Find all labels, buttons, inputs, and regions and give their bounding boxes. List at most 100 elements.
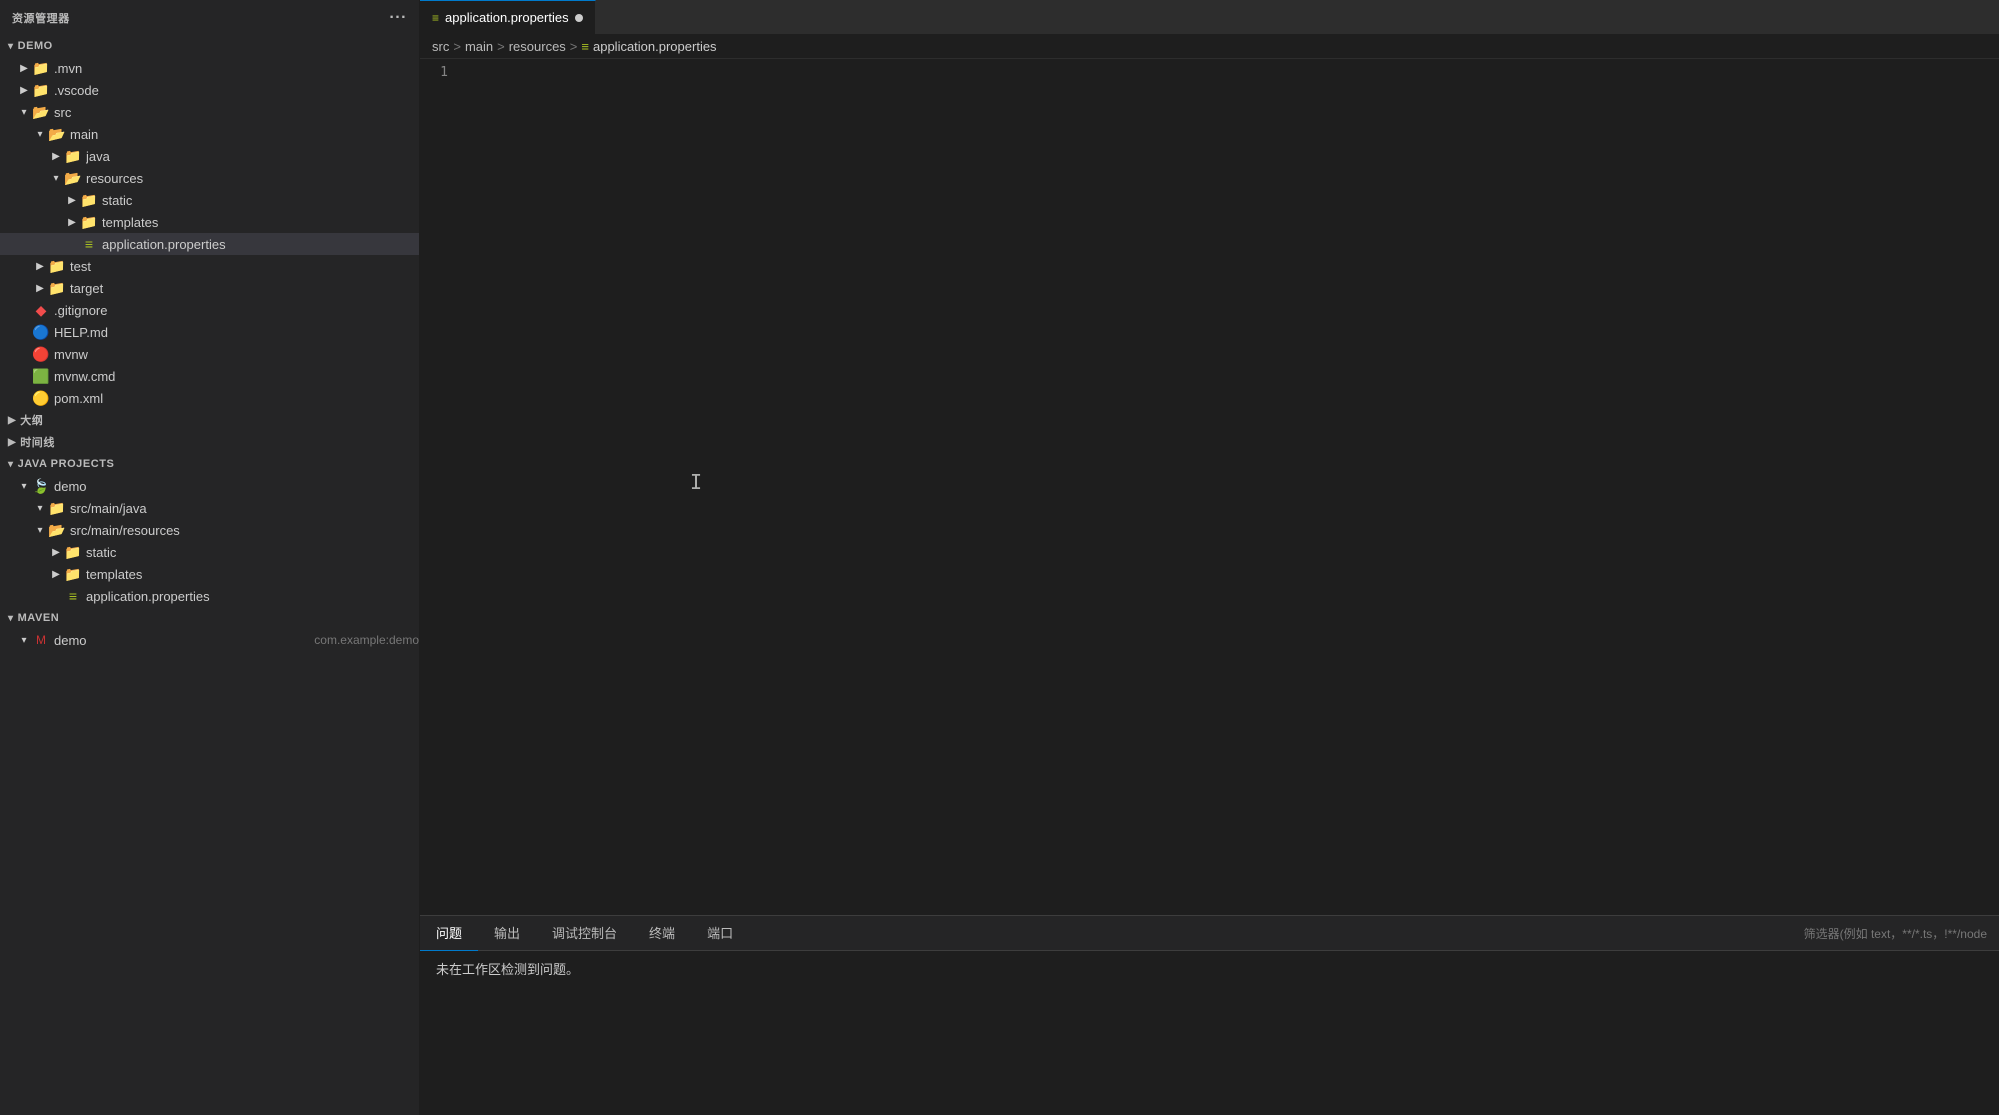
mvnw-icon: 🔴 [32, 346, 50, 363]
tree-item-pom[interactable]: 🟡 pom.xml [0, 387, 419, 409]
label-jp-src-java: src/main/java [70, 501, 419, 516]
arrow-mvn: ▶ [16, 63, 32, 74]
tree-item-main[interactable]: ▾ 📂 main [0, 123, 419, 145]
tree-item-maven-demo[interactable]: ▾ M demo com.example:demo [0, 629, 419, 651]
cmd-icon: 🟩 [32, 368, 50, 385]
folder-icon-static: 📁 [80, 192, 98, 209]
label-mvn: .mvn [54, 61, 419, 76]
panel-tab-ports-label: 端口 [707, 923, 733, 942]
xml-icon-pom: 🟡 [32, 390, 50, 407]
section-demo-label: DEMO [18, 40, 53, 52]
md-icon-helpmd: 🔵 [32, 324, 50, 341]
tree-item-jp-static[interactable]: ▶ 📁 static [0, 541, 419, 563]
section-java-projects[interactable]: ▾ JAVA PROJECTS [0, 453, 419, 475]
breadcrumb: src > main > resources > ≡ application.p… [420, 35, 1999, 59]
label-vscode: .vscode [54, 83, 419, 98]
panel-tab-problems[interactable]: 问题 [420, 916, 478, 951]
breadcrumb-main[interactable]: main [465, 39, 493, 54]
file-tree: ▾ DEMO ▶ 📁 .mvn ▶ 📁 .vscode ▾ 📂 src ▾ [0, 35, 419, 1115]
arrow-jp-demo: ▾ [16, 481, 32, 492]
section-timeline[interactable]: ▶ 时间线 [0, 431, 419, 453]
tree-item-jp-app-properties[interactable]: ≡ application.properties + [0, 585, 419, 607]
section-maven[interactable]: ▾ MAVEN [0, 607, 419, 629]
label-mvnw-cmd: mvnw.cmd [54, 369, 419, 384]
spring-icon-demo: 🍃 [32, 478, 50, 495]
breadcrumb-src[interactable]: src [432, 39, 449, 54]
tab-properties-icon: ≡ [432, 11, 439, 25]
label-helpmd: HELP.md [54, 325, 419, 340]
tab-app-properties[interactable]: ≡ application.properties [420, 0, 596, 35]
panel-filter: 筛选器(例如 text，**/*.ts，!**/node [1804, 925, 1999, 942]
arrow-maven-demo: ▾ [16, 635, 32, 646]
label-app-properties: application.properties [102, 237, 419, 252]
arrow-main: ▾ [32, 129, 48, 140]
tree-item-app-properties[interactable]: ≡ application.properties [0, 233, 419, 255]
maven-demo-group: com.example:demo [314, 633, 419, 647]
arrow-templates: ▶ [64, 217, 80, 228]
panel-tab-debug-label: 调试控制台 [552, 923, 617, 942]
panel-tab-problems-label: 问题 [436, 923, 462, 942]
label-maven-demo: demo [54, 633, 308, 648]
label-jp-app-properties: application.properties [86, 589, 419, 604]
section-maven-arrow: ▾ [8, 613, 14, 624]
breadcrumb-resources[interactable]: resources [509, 39, 566, 54]
tree-item-mvnw[interactable]: 🔴 mvnw [0, 343, 419, 365]
folder-icon-jp-static: 📁 [64, 544, 82, 561]
panel-tab-ports[interactable]: 端口 [691, 916, 749, 951]
tree-item-target[interactable]: ▶ 📁 target [0, 277, 419, 299]
panel-tab-debug[interactable]: 调试控制台 [536, 916, 633, 951]
tab-bar: ≡ application.properties [420, 0, 1999, 35]
panel-tab-terminal[interactable]: 终端 [633, 916, 691, 951]
tree-item-jp-src-java[interactable]: ▾ 📁 src/main/java [0, 497, 419, 519]
arrow-vscode: ▶ [16, 85, 32, 96]
label-jp-demo: demo [54, 479, 419, 494]
tree-item-helpmd[interactable]: 🔵 HELP.md [0, 321, 419, 343]
section-java-projects-label: JAVA PROJECTS [18, 458, 115, 470]
label-gitignore: .gitignore [54, 303, 419, 318]
panel-content: 未在工作区检测到问题。 [420, 951, 1999, 1115]
tab-modified-indicator [575, 14, 583, 22]
editor-area[interactable]: 1 I [420, 59, 1999, 915]
tree-item-jp-src-resources[interactable]: ▾ 📂 src/main/resources [0, 519, 419, 541]
section-demo[interactable]: ▾ DEMO [0, 35, 419, 57]
arrow-jp-static: ▶ [48, 547, 64, 558]
folder-icon-vscode: 📁 [32, 82, 50, 99]
tree-item-templates[interactable]: ▶ 📁 templates [0, 211, 419, 233]
arrow-jp-src-java: ▾ [32, 503, 48, 514]
panel-tab-terminal-label: 终端 [649, 923, 675, 942]
section-outline-label: 大纲 [20, 412, 43, 428]
label-templates: templates [102, 215, 419, 230]
tree-item-mvn[interactable]: ▶ 📁 .mvn [0, 57, 419, 79]
editor-content[interactable]: I [460, 59, 1999, 915]
tree-item-vscode[interactable]: ▶ 📁 .vscode [0, 79, 419, 101]
sidebar-more-button[interactable]: ··· [389, 10, 407, 26]
section-timeline-arrow: ▶ [8, 437, 16, 448]
panel-filter-text: 筛选器(例如 text，**/*.ts，!**/node [1804, 927, 1987, 941]
breadcrumb-file-icon: ≡ [581, 39, 589, 54]
folder-icon-jp-src-resources: 📂 [48, 522, 66, 539]
tab-label-app-properties: application.properties [445, 10, 569, 25]
breadcrumb-sep-1: > [453, 39, 461, 54]
folder-icon-templates: 📁 [80, 214, 98, 231]
tree-item-static[interactable]: ▶ 📁 static [0, 189, 419, 211]
tree-item-resources[interactable]: ▾ 📂 resources [0, 167, 419, 189]
panel-tab-output[interactable]: 输出 [478, 916, 536, 951]
tree-item-gitignore[interactable]: ◆ .gitignore [0, 299, 419, 321]
tree-item-jp-demo[interactable]: ▾ 🍃 demo [0, 475, 419, 497]
breadcrumb-current[interactable]: application.properties [593, 39, 717, 54]
label-main: main [70, 127, 419, 142]
breadcrumb-sep-3: > [570, 39, 578, 54]
section-java-projects-arrow: ▾ [8, 459, 14, 470]
tree-item-src[interactable]: ▾ 📂 src [0, 101, 419, 123]
tree-item-test[interactable]: ▶ 📁 test [0, 255, 419, 277]
label-pom: pom.xml [54, 391, 419, 406]
section-timeline-label: 时间线 [20, 434, 55, 450]
section-outline[interactable]: ▶ 大纲 [0, 409, 419, 431]
tree-item-java[interactable]: ▶ 📁 java [0, 145, 419, 167]
main-content: ≡ application.properties src > main > re… [420, 0, 1999, 1115]
tree-item-jp-templates[interactable]: ▶ 📁 templates [0, 563, 419, 585]
section-maven-label: MAVEN [18, 612, 60, 624]
sidebar: 资源管理器 ··· ▾ DEMO ▶ 📁 .mvn ▶ 📁 .vscode ▾ … [0, 0, 420, 1115]
tree-item-mvnw-cmd[interactable]: 🟩 mvnw.cmd [0, 365, 419, 387]
folder-icon-jp-templates: 📁 [64, 566, 82, 583]
